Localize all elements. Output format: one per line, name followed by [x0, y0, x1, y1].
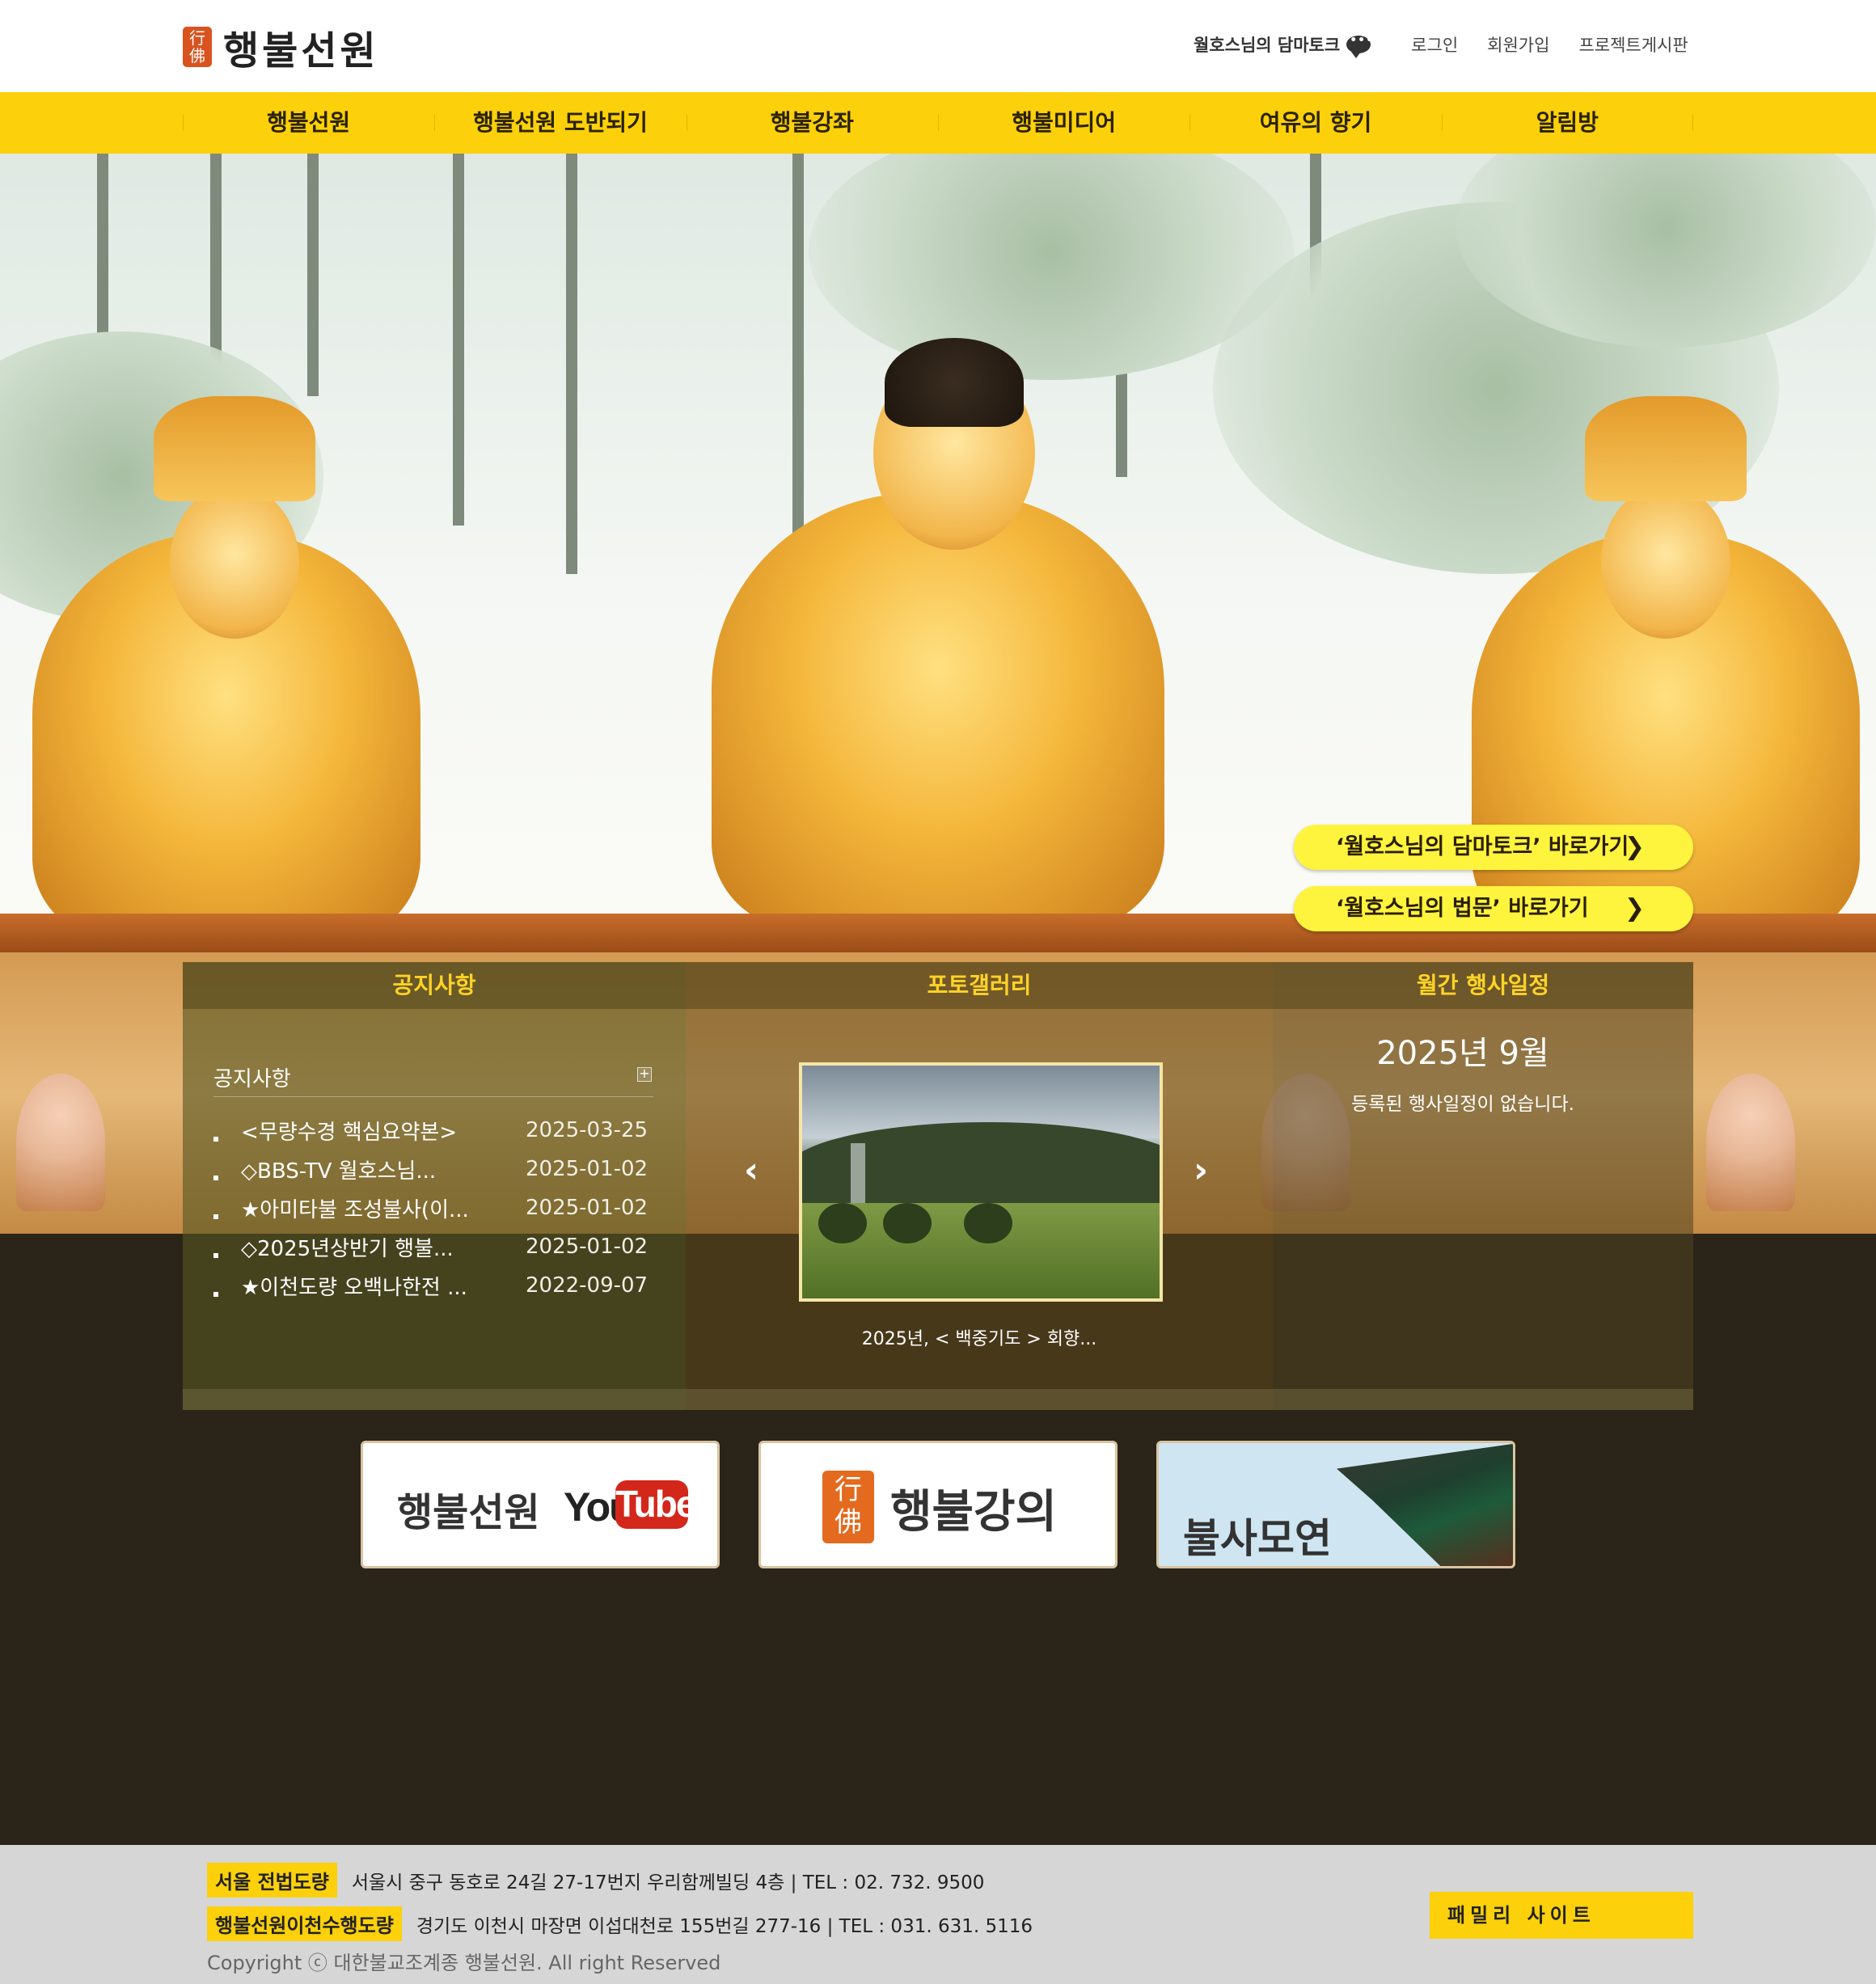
gallery-header[interactable]: 포토갤러리 [686, 962, 1273, 1009]
column-footer [686, 1389, 1273, 1410]
tree-trunk [566, 154, 577, 574]
seoul-address-row: 서울 전법도량 서울시 중구 동호로 24길 27-17번지 우리함께빌딩 4층… [207, 1863, 984, 1897]
gallery-next-arrow[interactable]: › [1194, 1150, 1208, 1191]
photo-pagoda [851, 1143, 865, 1208]
notice-item[interactable]: ★아미타불 조성불사(이... 2025-01-02 [213, 1188, 666, 1227]
notice-board-title: 공지사항 [213, 1067, 291, 1091]
photo-gallery-column: 포토갤러리 ‹ › 2025년, < 백중기도 > 회향... [686, 962, 1273, 1410]
seoul-tag: 서울 전법도량 [207, 1863, 337, 1897]
temple-fundraising-banner[interactable]: 불사모연 [1156, 1441, 1515, 1568]
dharma-talk-label: 월호스님의 담마토크 [1194, 36, 1341, 55]
signup-link[interactable]: 회원가입 [1487, 32, 1549, 57]
nav-item-haengbul-seonwon[interactable]: 행불선원 [183, 92, 434, 154]
notice-item-date: 2025-01-02 [526, 1235, 649, 1259]
left-bodhisattva-crown [154, 396, 315, 501]
bullet [213, 1214, 218, 1219]
column-footer [183, 1389, 686, 1410]
notice-item-title: ★이천도량 오백나한전 ... [241, 1275, 467, 1300]
notice-header[interactable]: 공지사항 [183, 962, 686, 1009]
photo-tree [883, 1203, 932, 1243]
notice-list: <무량수경 핵심요약본> 2025-03-25 ◇BBS-TV 월호스님... … [213, 1111, 666, 1305]
icheon-address-row: 행불선원이천수행도량 경기도 이천시 마장면 이섭대천로 155번길 277-1… [207, 1906, 1033, 1941]
notice-item-title: ◇2025년상반기 행불... [241, 1236, 454, 1261]
dharma-talk-cta-label: ‘월호스님의 담마토크’ 바로가기 [1336, 834, 1629, 859]
login-link[interactable]: 로그인 [1411, 32, 1458, 57]
icheon-tag: 행불선원이천수행도량 [207, 1906, 402, 1941]
top-links: 월호스님의 담마토크 로그인 회원가입 프로젝트게시판 [1194, 32, 1688, 58]
notice-item-date: 2022-09-07 [526, 1273, 649, 1298]
events-month: 2025년 9월 [1376, 1035, 1549, 1072]
right-bodhisattva-crown [1585, 396, 1747, 501]
dharma-talk-cta-button[interactable]: ‘월호스님의 담마토크’ 바로가기 ❯ [1294, 825, 1693, 870]
notice-item[interactable]: ★이천도량 오백나한전 ... 2022-09-07 [213, 1266, 666, 1305]
notice-item[interactable]: ◇BBS-TV 월호스님... 2025-01-02 [213, 1150, 666, 1188]
left-bodhisattva-head [170, 485, 299, 639]
photo-tree [818, 1203, 867, 1243]
notice-item-date: 2025-01-02 [526, 1157, 649, 1181]
notice-item-title: ★아미타불 조성불사(이... [241, 1197, 469, 1222]
dharma-talk-link[interactable]: 월호스님의 담마토크 [1194, 32, 1374, 58]
divider [213, 1096, 653, 1097]
temple-roof-image [1337, 1443, 1513, 1566]
no-events-message: 등록된 행사일정이 없습니다. [1351, 1094, 1574, 1115]
project-board-link[interactable]: 프로젝트게시판 [1578, 32, 1688, 57]
seoul-address: 서울시 중구 동호로 24길 27-17번지 우리함께빌딩 4층 | TEL :… [351, 1872, 985, 1893]
nav-item-lectures[interactable]: 행불강좌 [686, 92, 938, 154]
bullet [213, 1137, 218, 1142]
buddha-statue-hair [885, 338, 1024, 427]
chevron-right-icon: ❯ [1624, 894, 1645, 922]
copyright: Copyright ⓒ 대한불교조계종 행불선원. All right Rese… [207, 1952, 721, 1974]
small-statue [1706, 1074, 1795, 1211]
family-site-select[interactable]: 패밀리 사이트 [1430, 1892, 1693, 1939]
bullet [213, 1176, 218, 1180]
gallery-photo[interactable] [799, 1062, 1163, 1302]
more-notices-button[interactable]: + [637, 1067, 652, 1082]
site-logo[interactable]: 行佛 행불선원 [183, 23, 379, 74]
icheon-address: 경기도 이천시 마장면 이섭대천로 155번길 277-16 | TEL : 0… [416, 1915, 1033, 1937]
bullet [213, 1253, 218, 1258]
site-footer: 서울 전법도량 서울시 중구 동호로 24길 27-17번지 우리함께빌딩 4층… [0, 1845, 1876, 1984]
notice-item[interactable]: ◇2025년상반기 행불... 2025-01-02 [213, 1227, 666, 1266]
events-header[interactable]: 월간 행사일정 [1273, 962, 1693, 1009]
lecture-banner-label: 행불강의 [890, 1486, 1058, 1539]
youtube-banner-label: 행불선원 [397, 1490, 540, 1535]
nav-item-media[interactable]: 행불미디어 [937, 92, 1189, 154]
sermon-cta-label: ‘월호스님의 법문’ 바로가기 [1336, 896, 1589, 921]
bullet [213, 1292, 218, 1297]
tree-trunk [307, 154, 319, 396]
lecture-logo-mark: 行佛 [822, 1471, 874, 1543]
photo-tree [964, 1203, 1012, 1243]
tree-trunk [453, 154, 464, 526]
main-nav: 행불선원 행불선원 도반되기 행불강좌 행불미디어 여유의 향기 알림방 [0, 92, 1876, 154]
monthly-events-column: 월간 행사일정 2025년 9월 등록된 행사일정이 없습니다. [1273, 962, 1693, 1410]
nav-item-notice-room[interactable]: 알림방 [1441, 92, 1693, 154]
notice-item-title: <무량수경 핵심요약본> [241, 1120, 458, 1145]
notice-column: 공지사항 공지사항 + <무량수경 핵심요약본> 2025-03-25 ◇BBS… [183, 962, 686, 1410]
right-bodhisattva-head [1601, 485, 1730, 639]
site-header: 行佛 행불선원 월호스님의 담마토크 로그인 회원가입 프로젝트게시판 [0, 0, 1876, 92]
chat-bubble-icon [1346, 34, 1374, 58]
chevron-right-icon: ❯ [1624, 833, 1645, 861]
nav-item-fragrance[interactable]: 여유의 향기 [1189, 92, 1441, 154]
sermon-cta-button[interactable]: ‘월호스님의 법문’ 바로가기 ❯ [1294, 886, 1693, 931]
lecture-banner[interactable]: 行佛 행불강의 [758, 1441, 1118, 1568]
buddha-statue-body [712, 493, 1164, 930]
youtube-banner[interactable]: 행불선원 You Tube [361, 1441, 720, 1568]
temple-banner-label: 불사모연 [1183, 1515, 1332, 1562]
nav-item-become-member[interactable]: 행불선원 도반되기 [434, 92, 686, 154]
youtube-logo-tube: Tube [615, 1480, 696, 1529]
logo-mark: 行佛 [183, 27, 212, 67]
notice-item[interactable]: <무량수경 핵심요약본> 2025-03-25 [213, 1111, 666, 1150]
small-statue [16, 1074, 105, 1211]
notice-item-date: 2025-01-02 [526, 1196, 649, 1220]
notice-item-title: ◇BBS-TV 월호스님... [241, 1159, 437, 1184]
column-footer [1273, 1389, 1693, 1410]
gallery-caption[interactable]: 2025년, < 백중기도 > 회향... [686, 1324, 1273, 1350]
notice-item-date: 2025-03-25 [526, 1118, 649, 1142]
info-panel: 공지사항 공지사항 + <무량수경 핵심요약본> 2025-03-25 ◇BBS… [183, 962, 1693, 1410]
gallery-prev-arrow[interactable]: ‹ [744, 1150, 758, 1191]
logo-text: 행불선원 [223, 28, 379, 74]
